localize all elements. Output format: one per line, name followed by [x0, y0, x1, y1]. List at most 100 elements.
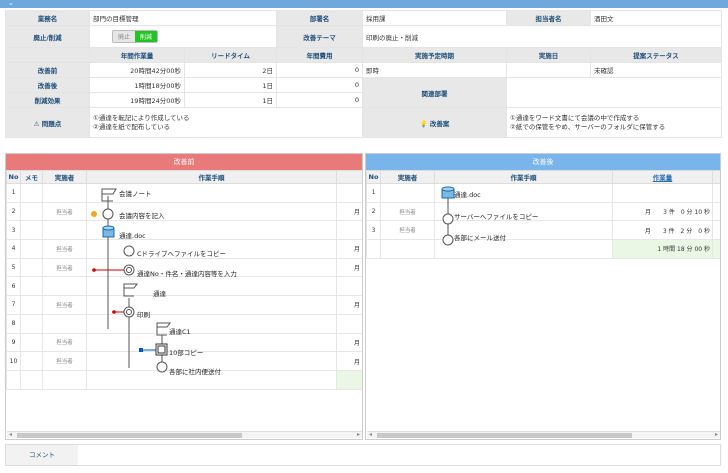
before-step-5: 通達No・件名・通達内容等を入力 — [137, 270, 237, 278]
row-number: 7 — [6, 295, 21, 315]
total-row: 1 時間 18 分 00 秒 — [366, 239, 720, 259]
row-volume: 月 3 件 2 分 0 秒 — [612, 220, 713, 241]
row-volume: 月 3 件 0 分 10 秒 — [612, 201, 713, 222]
before-step-10: 各部に社内便送付 — [169, 368, 221, 376]
scroll-left-icon[interactable]: ◂ — [9, 431, 12, 438]
col-date: 実施日 — [506, 47, 591, 63]
before-step-1: 会議ノート — [119, 190, 152, 198]
table-row[interactable]: 1 — [366, 183, 720, 203]
after-scrollbar[interactable]: ◂ ▸ — [367, 431, 720, 438]
col-planned: 実施予定時期 — [362, 47, 507, 63]
after-scroll-thumb[interactable] — [377, 433, 632, 438]
row-memo[interactable] — [20, 257, 43, 278]
before-step-6: 通達 — [153, 290, 166, 298]
row-number: 5 — [6, 257, 21, 278]
owner-name: 酒田文 — [590, 10, 722, 26]
improvement-text: ①通達をワード文書にて会議の中で作成する ②紙での保管をやめ、サーバーのフォルダ… — [506, 107, 722, 138]
row-extra — [712, 183, 720, 203]
row-memo[interactable] — [20, 220, 43, 241]
before-step-4: Cドライブへファイルをコピー — [137, 250, 227, 258]
scroll-right-icon[interactable]: ▸ — [715, 431, 718, 438]
abolish-toggle-cell: 廃止 削減 — [89, 25, 277, 48]
before-col-memo: メモ — [20, 170, 43, 184]
total-extra — [712, 239, 720, 259]
row-after-label: 改善後 — [5, 77, 90, 93]
row-memo[interactable] — [20, 276, 43, 297]
row-actor — [42, 313, 87, 334]
before-step-9: 10部コピー — [169, 349, 204, 357]
problem-text: ①通達を転記により作成している ②通達を紙で配布している — [89, 107, 363, 138]
total-volume: 1 時間 18 分 00 秒 — [612, 239, 713, 259]
abolish-reduce-toggle[interactable]: 廃止 削減 — [112, 30, 159, 43]
after-work: 1時間18分00秒 — [89, 77, 185, 93]
row-memo — [20, 369, 43, 390]
row-memo[interactable] — [20, 332, 43, 353]
row-volume — [612, 183, 713, 203]
row-memo[interactable] — [20, 313, 43, 334]
before-col-extra — [336, 170, 362, 184]
after-cost: 0 — [276, 77, 363, 93]
row-number — [6, 369, 21, 390]
before-scrollbar[interactable]: ◂ ▸ — [7, 431, 362, 438]
row-number: 6 — [6, 276, 21, 297]
row-extra — [712, 201, 720, 222]
row-effect-label: 削減効果 — [5, 92, 90, 108]
problem-line-1: ①通達を転記により作成している — [93, 113, 190, 122]
row-number: 3 — [366, 220, 381, 241]
row-number: 1 — [6, 183, 21, 203]
row-number: 1 — [366, 183, 381, 203]
after-step-1: 通達.doc — [454, 191, 481, 199]
row-number: 3 — [6, 220, 21, 241]
abolish-label: 廃止/削減 — [5, 25, 90, 48]
row-actor — [42, 183, 87, 203]
row-actor — [42, 276, 87, 297]
col-cost: 年間費用 — [276, 47, 363, 63]
row-memo[interactable] — [20, 183, 43, 203]
row-memo[interactable] — [20, 239, 43, 259]
effect-work: 19時間24分00秒 — [89, 92, 185, 108]
row-actor — [42, 220, 87, 241]
row-memo[interactable] — [20, 201, 43, 222]
info-table: 業務名 部門の目標管理 部署名 採用課 担当者名 酒田文 廃止/削減 廃止 削減 … — [5, 10, 722, 138]
table-row[interactable]: 3 担当者 月 3 件 2 分 0 秒 — [366, 220, 720, 241]
business-label: 業務名 — [5, 10, 90, 26]
before-scroll-thumb[interactable] — [17, 433, 242, 438]
row-memo[interactable] — [20, 351, 43, 371]
problem-label-cell: ⚠ 問題点 — [5, 107, 90, 138]
improvement-label: 改善案 — [429, 119, 450, 128]
row-actor: 担当者 — [42, 239, 87, 259]
after-lead: 1日 — [184, 77, 277, 93]
row-actor: 担当者 — [380, 201, 435, 222]
toggle-reduce[interactable]: 削減 — [135, 31, 158, 42]
after-col-volume[interactable]: 作業量 — [612, 170, 713, 184]
row-actor: 担当者 — [42, 351, 87, 371]
toggle-abolish[interactable]: 廃止 — [113, 31, 136, 42]
related-dept-label: 関連部署 — [362, 77, 507, 108]
after-panel: 改善後 No 実施者 作業手順 作業量 1 2 担当者月 3 件 0 分 10 秒3… — [365, 153, 721, 440]
collapse-chevron-icon[interactable]: ⌄ — [8, 0, 14, 7]
scroll-right-icon[interactable]: ▸ — [357, 431, 360, 438]
row-number: 2 — [6, 201, 21, 222]
before-step-3: 通達.doc — [119, 232, 146, 240]
row-extra — [712, 220, 720, 241]
problem-line-2: ②通達を紙で配布している — [93, 122, 171, 131]
lightbulb-icon: 💡 — [419, 119, 428, 128]
metrics-corner — [5, 47, 90, 63]
before-lead: 2日 — [184, 62, 277, 78]
row-memo[interactable] — [20, 295, 43, 315]
comment-label: コメント — [6, 445, 78, 465]
after-col-extra — [712, 170, 720, 184]
before-panel: 改善前 No メモ 実施者 作業手順 1 2 担当者月 3 4 担当者月 5 担当者月 6 7 担当… — [5, 153, 363, 440]
row-actor: 担当者 — [42, 201, 87, 222]
col-lead: リードタイム — [184, 47, 277, 63]
comment-field[interactable] — [78, 445, 720, 465]
row-actor — [42, 369, 87, 390]
before-work: 20時間42分00秒 — [89, 62, 185, 78]
business-name: 部門の目標管理 — [89, 10, 277, 26]
top-bar: ⌄ — [0, 0, 728, 8]
scroll-left-icon[interactable]: ◂ — [369, 431, 372, 438]
status-value: 未確認 — [590, 62, 722, 78]
department-label: 部署名 — [276, 10, 363, 26]
table-row[interactable]: 2 担当者 月 3 件 0 分 10 秒 — [366, 201, 720, 222]
row-before-label: 改善前 — [5, 62, 90, 78]
